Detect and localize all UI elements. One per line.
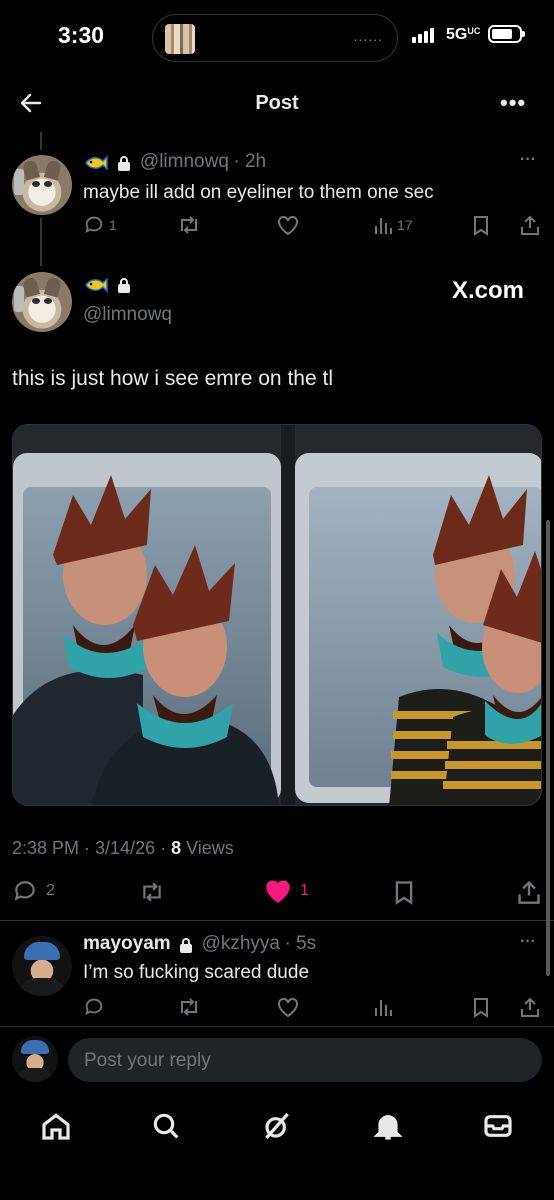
reply-input-placeholder: Post your reply xyxy=(84,1050,211,1071)
views-label: Views xyxy=(181,838,234,858)
post-meta: 2:38 PM · 3/14/26 · 8 Views xyxy=(12,838,234,859)
post-more-button[interactable]: ··· xyxy=(520,933,536,951)
fish-emoji-icon xyxy=(85,155,108,171)
reply-composer[interactable]: Post your reply xyxy=(68,1038,542,1082)
author-name[interactable]: mayoyam xyxy=(83,933,171,954)
lock-icon xyxy=(180,937,193,953)
post-timestamp: 2:38 PM · 3/14/26 · xyxy=(12,838,172,858)
scrollbar[interactable] xyxy=(546,520,550,976)
now-playing-thumbnail xyxy=(165,24,195,54)
views-count[interactable]: 8 xyxy=(171,838,181,858)
divider xyxy=(0,920,554,921)
avatar[interactable] xyxy=(12,272,72,332)
dynamic-island[interactable]: ...... xyxy=(152,14,398,62)
status-time: 3:30 xyxy=(58,22,105,48)
thread-line-top xyxy=(40,132,42,150)
post-age: · 2h xyxy=(233,151,267,172)
search-icon[interactable] xyxy=(150,1110,182,1142)
battery-icon xyxy=(488,25,525,43)
post-age: · 5s xyxy=(284,933,317,954)
bookmark-button[interactable] xyxy=(392,879,416,905)
notifications-icon[interactable] xyxy=(372,1110,404,1142)
share-button[interactable] xyxy=(519,214,541,236)
post-more-button[interactable]: ··· xyxy=(520,151,536,169)
views-count: 17 xyxy=(397,217,413,233)
reply-post-header: mayoyam @kzhyya · 5s xyxy=(83,933,316,955)
reply-button[interactable] xyxy=(83,996,105,1018)
reply-count: 2 xyxy=(46,882,55,899)
page-title: Post xyxy=(255,92,299,114)
share-button[interactable] xyxy=(519,996,541,1018)
views-button[interactable]: 17 xyxy=(373,214,413,236)
reply-post-actions xyxy=(83,996,543,1020)
cellular-signal-icon xyxy=(412,28,434,43)
post-image-artwork xyxy=(13,425,541,805)
share-button[interactable] xyxy=(516,879,542,905)
avatar[interactable] xyxy=(12,936,72,996)
like-button[interactable]: 1 xyxy=(264,878,309,904)
reply-icon xyxy=(14,881,35,901)
avatar[interactable] xyxy=(12,155,72,215)
main-post-badges xyxy=(83,276,135,294)
fish-emoji-icon xyxy=(85,277,108,293)
views-button[interactable] xyxy=(373,996,393,1018)
my-avatar[interactable] xyxy=(12,1036,58,1082)
main-post-actions: 2 1 xyxy=(12,878,542,906)
repost-button[interactable] xyxy=(177,214,201,236)
bookmark-button[interactable] xyxy=(471,996,491,1018)
parent-post-header: @limnowq · 2h xyxy=(83,151,266,173)
thread-line-bottom xyxy=(40,218,42,266)
repost-button[interactable] xyxy=(177,996,201,1018)
parent-post-actions: 1 17 xyxy=(83,214,543,238)
bookmark-button[interactable] xyxy=(471,214,491,236)
analytics-icon xyxy=(375,218,392,234)
author-handle[interactable]: @limnowq xyxy=(83,304,172,326)
x-com-watermark: X.com xyxy=(452,277,525,304)
author-handle[interactable]: @limnowq xyxy=(140,151,229,172)
island-dots: ...... xyxy=(353,28,383,44)
divider xyxy=(0,1026,554,1027)
messages-icon[interactable] xyxy=(482,1110,514,1142)
reply-button[interactable]: 2 xyxy=(12,878,55,904)
grok-icon[interactable] xyxy=(261,1110,293,1142)
post-text: I’m so fucking scared dude xyxy=(83,962,310,983)
like-button[interactable] xyxy=(276,996,300,1018)
post-text: maybe ill add on eyeliner to them one se… xyxy=(83,182,434,203)
post-image[interactable] xyxy=(12,424,542,806)
lock-icon xyxy=(118,155,131,171)
like-count: 1 xyxy=(300,882,309,899)
like-button[interactable] xyxy=(276,214,300,236)
network-type: 5GUC xyxy=(446,26,481,43)
heart-filled-icon xyxy=(266,880,290,903)
home-icon[interactable] xyxy=(40,1110,72,1142)
repost-button[interactable] xyxy=(138,880,166,904)
post-text: this is just how i see emre on the tl xyxy=(12,367,333,390)
reply-count: 1 xyxy=(109,217,117,233)
lock-icon xyxy=(118,278,131,293)
reply-icon xyxy=(85,216,103,234)
reply-button[interactable]: 1 xyxy=(83,214,117,236)
tab-bar xyxy=(0,1104,554,1148)
more-options-button[interactable]: ••• xyxy=(500,90,526,116)
author-handle[interactable]: @kzhyya xyxy=(202,933,280,954)
